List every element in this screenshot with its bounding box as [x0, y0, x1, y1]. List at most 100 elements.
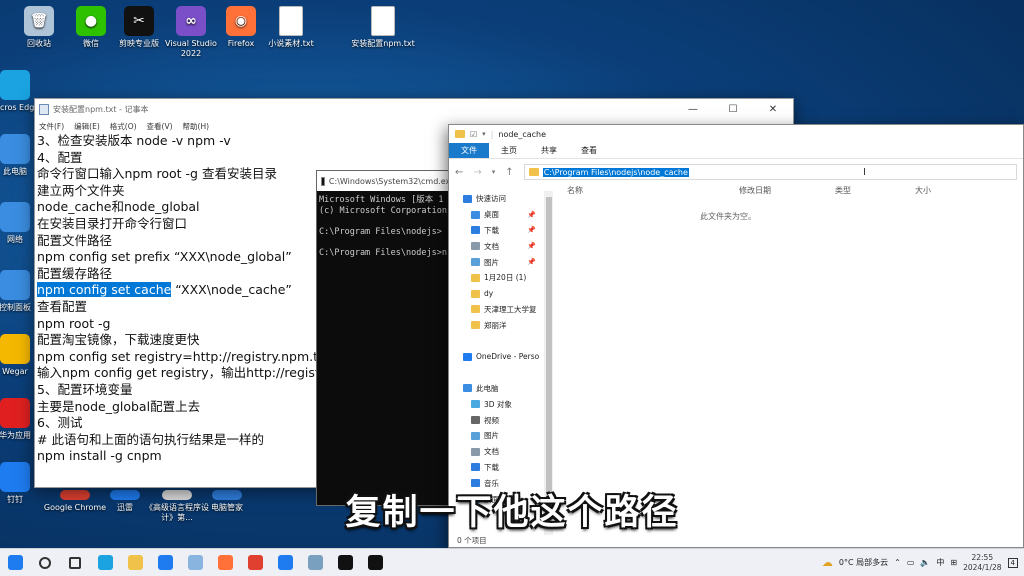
tray-chevron-icon[interactable]: ⌃ — [894, 558, 901, 567]
nav-item-icon — [471, 210, 480, 219]
nav-item[interactable]: 快速访问 — [449, 191, 544, 207]
forward-arrow-icon[interactable]: → — [473, 167, 481, 178]
dingtalk-icon[interactable] — [270, 549, 300, 576]
text-segment: 主要是node_global配置上去 — [37, 398, 201, 414]
notepad-icon — [39, 103, 49, 115]
ime-mode-icon[interactable]: ⊞ — [950, 558, 957, 567]
chrome-icon[interactable] — [240, 549, 270, 576]
cmd-icon — [321, 176, 325, 186]
text-segment: 4、配置 — [37, 149, 83, 165]
nav-item[interactable]: 郑丽洋 — [449, 317, 544, 333]
text-segment: 配置缓存路径 — [37, 265, 113, 281]
address-text[interactable]: C:\Program Files\nodejs\node_cache — [542, 167, 689, 177]
control-panel-icon — [0, 270, 30, 300]
nav-item[interactable]: OneDrive - Perso — [449, 349, 544, 365]
nav-item-icon — [463, 194, 472, 203]
nav-item[interactable]: 文档 📌 — [449, 238, 544, 254]
text-segment: 命令行窗口输入npm root -g 查看安装目录 — [37, 166, 277, 182]
nav-item[interactable]: 1月20日 (1) — [449, 270, 544, 286]
quick-access-toolbar-icon[interactable]: ☑ — [470, 130, 477, 139]
nav-item[interactable]: 下载 📌 — [449, 223, 544, 239]
selected-text[interactable]: npm config set cache — [37, 282, 172, 298]
ribbon-tabs: 文件 主页 共享 查看 — [449, 143, 1023, 159]
text-segment: 配置文件路径 — [37, 232, 113, 248]
ribbon-tab[interactable]: 文件 — [449, 143, 489, 158]
menu-item[interactable]: 文件(F) — [39, 121, 64, 132]
text-segment: npm install -g cnpm — [37, 448, 162, 464]
nav-item[interactable]: 视频 — [449, 412, 544, 428]
network-icon[interactable]: ▭ — [907, 558, 915, 567]
firefox-icon[interactable] — [210, 549, 240, 576]
column-header[interactable]: 大小 — [901, 185, 961, 199]
start-button[interactable] — [0, 549, 30, 576]
close-button[interactable]: ✕ — [753, 104, 793, 115]
firefox-icon: ◉ — [226, 6, 256, 36]
cmd-title: C:\Windows\System32\cmd.exe — [328, 176, 455, 186]
nav-item[interactable]: 此电脑 — [449, 381, 544, 397]
nav-item-label: 下载 — [484, 225, 499, 235]
app-icon-glyph — [307, 555, 323, 570]
nav-item[interactable]: 图片 — [449, 428, 544, 444]
notepad-icon[interactable] — [180, 549, 210, 576]
cmd-titlebar[interactable]: C:\Windows\System32\cmd.exe — [317, 171, 455, 191]
capcut-icon-glyph — [337, 555, 353, 570]
file-list: 名称 修改日期 类型 大小 此文件夹为空。 — [553, 185, 1023, 535]
video-subtitle: 复制一下他这个路径 — [345, 493, 679, 533]
menu-item[interactable]: 格式(O) — [110, 121, 137, 132]
notification-badge[interactable]: 4 — [1007, 557, 1018, 568]
explorer-title: node_cache — [498, 129, 547, 139]
nav-item[interactable]: 天津理工大学复 — [449, 302, 544, 318]
task-view-icon[interactable] — [60, 549, 90, 576]
notepad-titlebar[interactable]: 安装配置npm.txt - 记事本 — ☐ ✕ — [35, 99, 793, 119]
nav-item[interactable]: 图片 📌 — [449, 254, 544, 270]
desktop-shortcut[interactable]: 小说素材.txt — [256, 6, 326, 49]
desktop-shortcut[interactable]: 安装配置npm.txt — [348, 6, 418, 49]
column-header[interactable]: 名称 — [553, 185, 725, 199]
nav-item[interactable]: dy — [449, 286, 544, 302]
file-explorer-icon[interactable] — [120, 549, 150, 576]
up-arrow-icon[interactable]: ↑ — [505, 167, 513, 178]
menu-item[interactable]: 帮助(H) — [183, 121, 210, 132]
minimize-button[interactable]: — — [673, 104, 713, 115]
column-header[interactable]: 修改日期 — [725, 185, 821, 199]
column-header[interactable]: 类型 — [821, 185, 901, 199]
ime-indicator[interactable]: 中 — [936, 557, 944, 568]
back-arrow-icon[interactable]: ← — [455, 167, 463, 178]
menu-item[interactable]: 编辑(E) — [74, 121, 100, 132]
clock[interactable]: 22:55 2024/1/28 — [963, 553, 1001, 573]
cmd-console[interactable]: Microsoft Windows [版本 1 (c) Microsoft Cor… — [317, 191, 455, 262]
scrollbar-thumb[interactable] — [546, 197, 552, 527]
console-line: (c) Microsoft Corporation — [319, 205, 447, 216]
recent-locations-icon[interactable]: ▾ — [492, 168, 496, 176]
nav-item-label: 此电脑 — [476, 383, 499, 393]
mail-icon[interactable] — [150, 549, 180, 576]
ribbon-tab[interactable]: 主页 — [489, 143, 529, 158]
text-segment: 3、检查安装版本 node -v npm -v — [37, 133, 231, 148]
capcut-icon[interactable] — [330, 549, 360, 576]
menu-item[interactable]: 查看(V) — [147, 121, 173, 132]
app-icon[interactable] — [300, 549, 330, 576]
weather-icon[interactable]: ☁ — [822, 556, 833, 569]
dropdown-icon[interactable]: ▾ — [482, 130, 486, 138]
weather-text[interactable]: 0°C 局部多云 — [839, 557, 888, 568]
search-icon[interactable] — [30, 549, 60, 576]
nav-item[interactable]: 文档 — [449, 444, 544, 460]
edge-icon[interactable] — [90, 549, 120, 576]
address-bar[interactable]: C:\Program Files\nodejs\node_cache I — [523, 164, 1017, 180]
status-bar: 0 个项目 — [457, 536, 487, 545]
maximize-button[interactable]: ☐ — [713, 104, 753, 115]
ribbon-tab[interactable]: 共享 — [529, 143, 569, 158]
nav-item[interactable]: 桌面 📌 — [449, 207, 544, 223]
txt-file-icon — [279, 6, 303, 36]
nav-item-icon — [471, 226, 480, 235]
nav-item-icon — [471, 305, 480, 314]
volume-icon[interactable]: 🔈 — [920, 558, 930, 567]
text-segment: 输入npm config get registry，输出http://regis… — [37, 365, 320, 381]
ribbon-tab[interactable]: 查看 — [569, 143, 609, 158]
explorer-titlebar[interactable]: ☑ ▾ | node_cache — [449, 125, 1023, 143]
nav-item[interactable]: 3D 对象 — [449, 396, 544, 412]
nav-item-label: 下载 — [484, 462, 499, 472]
nav-item[interactable]: 下载 — [449, 460, 544, 476]
cmd-icon[interactable] — [360, 549, 390, 576]
